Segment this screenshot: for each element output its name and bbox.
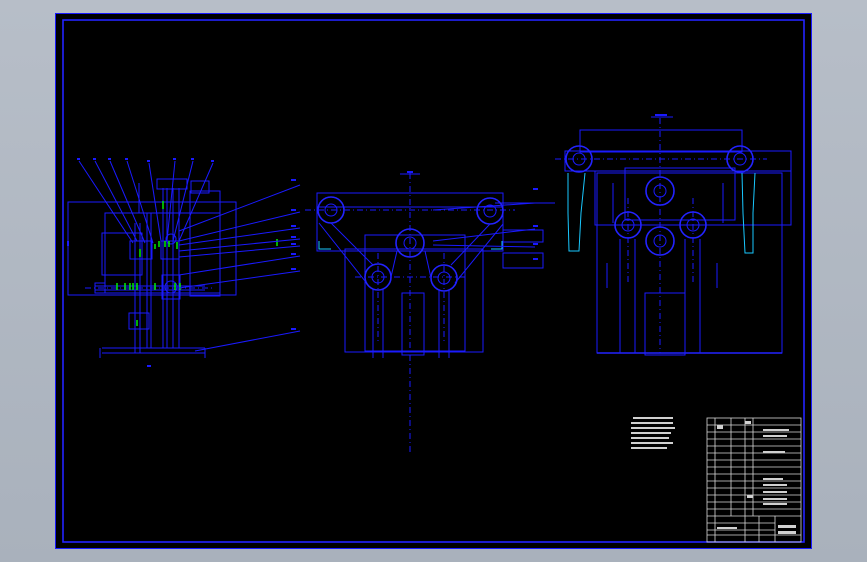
- rear-view: [555, 114, 792, 356]
- side-view: [67, 158, 301, 367]
- drawing-sheet[interactable]: [55, 13, 812, 549]
- title-block: [706, 417, 802, 543]
- front-view: [305, 171, 555, 453]
- technical-notes: [631, 417, 675, 449]
- cad-viewport[interactable]: [0, 0, 867, 562]
- drawing-canvas: [55, 13, 812, 549]
